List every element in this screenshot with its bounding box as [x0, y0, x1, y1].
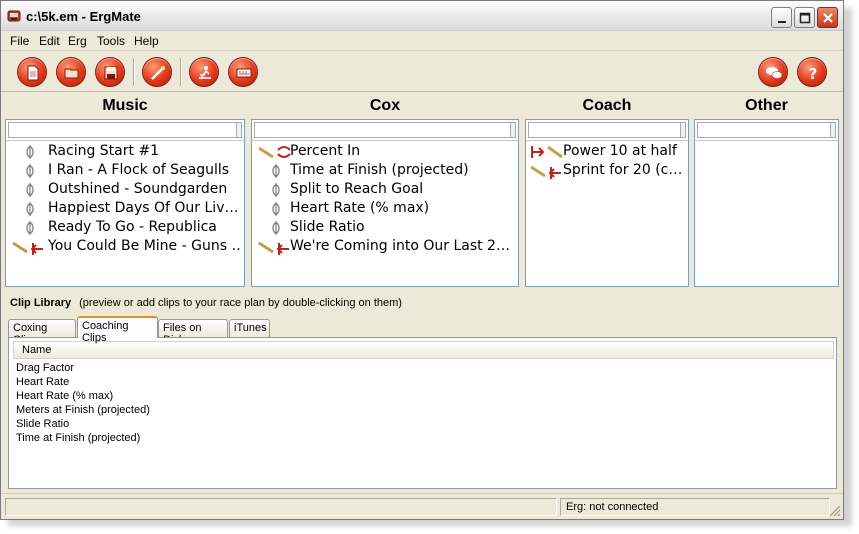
- clip-item[interactable]: You Could Be Mine - Guns N' Roses: [10, 237, 242, 256]
- music-note-icon: [26, 221, 34, 235]
- track-filter-input[interactable]: [254, 122, 516, 138]
- clip-item[interactable]: Ready To Go - Republica: [10, 218, 242, 237]
- help-button[interactable]: ?: [797, 57, 827, 87]
- menu-file[interactable]: File: [10, 34, 29, 48]
- chat-bubbles-icon: [766, 67, 783, 79]
- erg-status: Erg: not connected: [560, 498, 830, 516]
- ruler-arrow-left-icon: [258, 241, 289, 255]
- tab-files-on-disk[interactable]: Files on Disk: [158, 319, 228, 346]
- track-filter-input[interactable]: [8, 122, 242, 138]
- menu-help[interactable]: Help: [134, 34, 159, 48]
- new-button[interactable]: [17, 57, 47, 87]
- clip-item[interactable]: Racing Start #1: [10, 142, 242, 161]
- music-note-icon: [272, 183, 280, 197]
- clip-item[interactable]: Slide Ratio: [256, 218, 516, 237]
- track-header-coach: Coach: [582, 97, 632, 114]
- erg-monitor-icon: [236, 68, 252, 78]
- track-filter-input[interactable]: [697, 122, 836, 138]
- menu-bar: File Edit Erg Tools Help: [1, 31, 843, 51]
- list-item[interactable]: Meters at Finish (projected): [16, 404, 150, 418]
- clip-library-heading: Clip Library (preview or add clips to you…: [10, 297, 402, 309]
- clip-list: Percent In Time at Finish (projected) Sp…: [256, 142, 516, 256]
- clip-item[interactable]: We're Coming into Our Last 250 Meters: [256, 237, 516, 256]
- maximize-button[interactable]: [794, 7, 815, 28]
- arrow-right-ruler-icon: [531, 145, 563, 159]
- track-panel-cox[interactable]: Percent In Time at Finish (projected) Sp…: [251, 119, 519, 287]
- minimize-icon: [778, 21, 786, 23]
- clip-item[interactable]: Power 10 at half: [530, 142, 686, 161]
- list-item[interactable]: Heart Rate (% max): [16, 390, 150, 404]
- music-note-icon: [26, 164, 34, 178]
- open-folder-icon: [64, 68, 79, 79]
- clip-item[interactable]: I Ran - A Flock of Seagulls: [10, 161, 242, 180]
- music-note-icon: [26, 145, 34, 159]
- title-bar[interactable]: c:\5k.em - ErgMate: [1, 1, 843, 31]
- rower-button[interactable]: [189, 57, 219, 87]
- list-item[interactable]: Heart Rate: [16, 376, 150, 390]
- app-icon: [7, 10, 21, 22]
- rower-icon: [199, 66, 211, 79]
- clip-item[interactable]: Time at Finish (projected): [256, 161, 516, 180]
- status-bar: Erg: not connected: [1, 493, 843, 519]
- menu-tools[interactable]: Tools: [97, 34, 125, 48]
- music-note-icon: [272, 202, 280, 216]
- minimize-button[interactable]: [771, 7, 792, 28]
- app-window: c:\5k.em - ErgMate File Edit Erg Tools H…: [0, 0, 844, 520]
- music-note-icon: [26, 202, 34, 216]
- menu-erg[interactable]: Erg: [68, 34, 87, 48]
- music-note-icon: [272, 221, 280, 235]
- chat-button[interactable]: [758, 57, 788, 87]
- ruler-arrow-left-icon: [12, 241, 43, 255]
- ruler-repeat-icon: [258, 146, 291, 159]
- clip-library-hint: (preview or add clips to your race plan …: [79, 297, 402, 309]
- clip-item[interactable]: Percent In: [256, 142, 516, 161]
- open-button[interactable]: [56, 57, 86, 87]
- clip-library-list[interactable]: Name Drag Factor Heart Rate Heart Rate (…: [8, 337, 837, 489]
- close-button[interactable]: [817, 7, 838, 28]
- record-wand-icon: [151, 66, 165, 80]
- clip-item[interactable]: Heart Rate (% max): [256, 199, 516, 218]
- list-item[interactable]: Slide Ratio: [16, 418, 150, 432]
- track-panel-music[interactable]: Racing Start #1 I Ran - A Flock of Seagu…: [5, 119, 245, 287]
- status-message: [5, 498, 557, 516]
- clip-library-title: Clip Library: [10, 297, 72, 309]
- save-disk-icon: [104, 66, 118, 80]
- save-button[interactable]: [95, 57, 125, 87]
- music-note-icon: [272, 164, 280, 178]
- column-header-name[interactable]: Name: [13, 341, 834, 359]
- track-filter-input[interactable]: [528, 122, 686, 138]
- track-header-cox: Cox: [369, 97, 401, 114]
- record-button[interactable]: [142, 57, 172, 87]
- maximize-icon: [799, 12, 811, 24]
- list-item[interactable]: Time at Finish (projected): [16, 432, 150, 446]
- toolbar: ?: [1, 52, 843, 92]
- track-header-music: Music: [102, 97, 148, 114]
- clip-item[interactable]: Happiest Days Of Our Lives - Pink Floyd: [10, 199, 242, 218]
- erg-monitor-button[interactable]: [228, 57, 258, 87]
- clip-item[interactable]: Outshined - Soundgarden: [10, 180, 242, 199]
- menu-edit[interactable]: Edit: [39, 34, 60, 48]
- track-header-other: Other: [745, 97, 788, 114]
- clip-list: Racing Start #1 I Ran - A Flock of Seagu…: [10, 142, 242, 256]
- music-note-icon: [26, 183, 34, 197]
- clip-item[interactable]: Split to Reach Goal: [256, 180, 516, 199]
- track-panel-other[interactable]: [694, 119, 839, 287]
- tab-coxing-clips[interactable]: Coxing Clips: [8, 319, 76, 346]
- close-icon: [823, 13, 833, 23]
- clip-list: Power 10 at half Sprint for 20 (coach): [530, 142, 686, 180]
- clip-item[interactable]: Sprint for 20 (coach): [530, 161, 686, 180]
- new-document-icon: [27, 65, 39, 81]
- tab-itunes[interactable]: iTunes: [229, 319, 270, 337]
- resize-grip-icon[interactable]: [829, 505, 841, 517]
- svg-text:?: ?: [809, 65, 818, 82]
- window-title: c:\5k.em - ErgMate: [26, 9, 141, 24]
- track-panel-coach[interactable]: Power 10 at half Sprint for 20 (coach): [525, 119, 689, 287]
- tab-coaching-clips[interactable]: Coaching Clips: [77, 316, 158, 344]
- ruler-arrow-left-icon: [530, 165, 561, 179]
- list-item[interactable]: Drag Factor: [16, 362, 150, 376]
- help-question-icon: ?: [809, 65, 818, 82]
